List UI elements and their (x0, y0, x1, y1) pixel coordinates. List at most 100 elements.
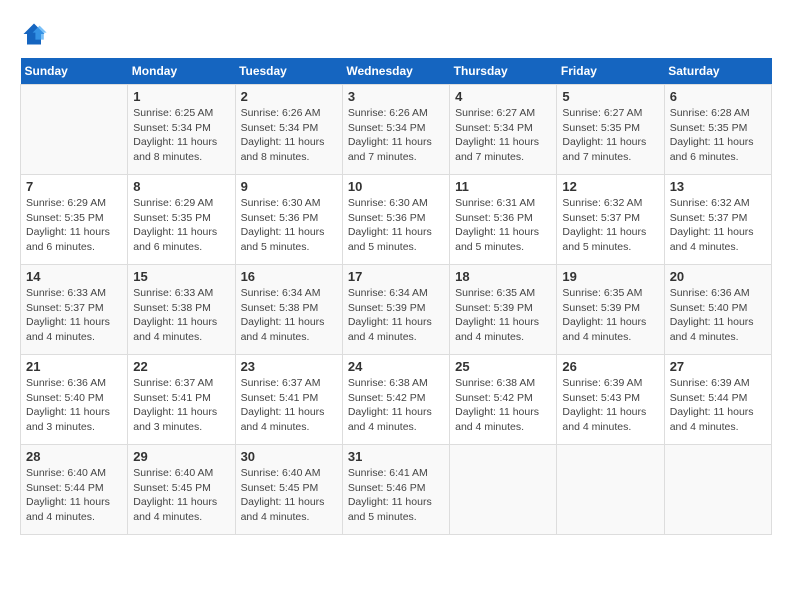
calendar-cell: 11 Sunrise: 6:31 AMSunset: 5:36 PMDayligh… (450, 175, 557, 265)
day-info: Sunrise: 6:38 AMSunset: 5:42 PMDaylight:… (348, 376, 444, 435)
day-info: Sunrise: 6:26 AMSunset: 5:34 PMDaylight:… (348, 106, 444, 165)
calendar-week-row: 7 Sunrise: 6:29 AMSunset: 5:35 PMDaylight… (21, 175, 772, 265)
day-number: 31 (348, 449, 444, 464)
calendar-cell: 26Sunrise: 6:39 AMSunset: 5:43 PMDayligh… (557, 355, 664, 445)
calendar-header: SundayMondayTuesdayWednesdayThursdayFrid… (21, 58, 772, 85)
calendar-cell: 9 Sunrise: 6:30 AMSunset: 5:36 PMDaylight… (235, 175, 342, 265)
day-info: Sunrise: 6:35 AMSunset: 5:39 PMDaylight:… (562, 286, 658, 345)
calendar-cell: 31 Sunrise: 6:41 AMSunset: 5:46 PMDayligh… (342, 445, 449, 535)
day-number: 29 (133, 449, 229, 464)
day-info: Sunrise: 6:34 AMSunset: 5:39 PMDaylight:… (348, 286, 444, 345)
day-info: Sunrise: 6:40 AMSunset: 5:44 PMDaylight:… (26, 466, 122, 525)
day-number: 18 (455, 269, 551, 284)
day-number: 26 (562, 359, 658, 374)
calendar-cell: 16 Sunrise: 6:34 AMSunset: 5:38 PMDayligh… (235, 265, 342, 355)
calendar-cell: 24Sunrise: 6:38 AMSunset: 5:42 PMDayligh… (342, 355, 449, 445)
calendar-cell (664, 445, 771, 535)
calendar-cell: 25 Sunrise: 6:38 AMSunset: 5:42 PMDayligh… (450, 355, 557, 445)
day-info: Sunrise: 6:32 AMSunset: 5:37 PMDaylight:… (562, 196, 658, 255)
calendar-cell: 21Sunrise: 6:36 AMSunset: 5:40 PMDayligh… (21, 355, 128, 445)
calendar-cell: 5 Sunrise: 6:27 AMSunset: 5:35 PMDaylight… (557, 85, 664, 175)
calendar-cell: 10 Sunrise: 6:30 AMSunset: 5:36 PMDayligh… (342, 175, 449, 265)
calendar-cell: 23 Sunrise: 6:37 AMSunset: 5:41 PMDayligh… (235, 355, 342, 445)
day-info: Sunrise: 6:33 AMSunset: 5:37 PMDaylight:… (26, 286, 122, 345)
page-header (20, 20, 772, 48)
day-number: 12 (562, 179, 658, 194)
day-number: 2 (241, 89, 337, 104)
day-info: Sunrise: 6:29 AMSunset: 5:35 PMDaylight:… (133, 196, 229, 255)
calendar-cell: 7 Sunrise: 6:29 AMSunset: 5:35 PMDaylight… (21, 175, 128, 265)
day-info: Sunrise: 6:39 AMSunset: 5:44 PMDaylight:… (670, 376, 766, 435)
calendar-cell: 2 Sunrise: 6:26 AMSunset: 5:34 PMDaylight… (235, 85, 342, 175)
day-info: Sunrise: 6:31 AMSunset: 5:36 PMDaylight:… (455, 196, 551, 255)
day-number: 23 (241, 359, 337, 374)
day-number: 5 (562, 89, 658, 104)
calendar-cell: 20Sunrise: 6:36 AMSunset: 5:40 PMDayligh… (664, 265, 771, 355)
calendar-cell: 17 Sunrise: 6:34 AMSunset: 5:39 PMDayligh… (342, 265, 449, 355)
day-info: Sunrise: 6:26 AMSunset: 5:34 PMDaylight:… (241, 106, 337, 165)
calendar-cell: 3Sunrise: 6:26 AMSunset: 5:34 PMDaylight… (342, 85, 449, 175)
day-number: 10 (348, 179, 444, 194)
calendar-cell: 27Sunrise: 6:39 AMSunset: 5:44 PMDayligh… (664, 355, 771, 445)
day-info: Sunrise: 6:33 AMSunset: 5:38 PMDaylight:… (133, 286, 229, 345)
logo-icon (20, 20, 48, 48)
day-info: Sunrise: 6:25 AMSunset: 5:34 PMDaylight:… (133, 106, 229, 165)
day-number: 9 (241, 179, 337, 194)
logo (20, 20, 52, 48)
calendar-body: 1 Sunrise: 6:25 AMSunset: 5:34 PMDaylight… (21, 85, 772, 535)
weekday-header-wednesday: Wednesday (342, 58, 449, 85)
calendar-cell: 30Sunrise: 6:40 AMSunset: 5:45 PMDayligh… (235, 445, 342, 535)
day-number: 22 (133, 359, 229, 374)
day-info: Sunrise: 6:28 AMSunset: 5:35 PMDaylight:… (670, 106, 766, 165)
day-info: Sunrise: 6:32 AMSunset: 5:37 PMDaylight:… (670, 196, 766, 255)
calendar-week-row: 21Sunrise: 6:36 AMSunset: 5:40 PMDayligh… (21, 355, 772, 445)
day-number: 14 (26, 269, 122, 284)
calendar-cell: 14 Sunrise: 6:33 AMSunset: 5:37 PMDayligh… (21, 265, 128, 355)
day-info: Sunrise: 6:27 AMSunset: 5:34 PMDaylight:… (455, 106, 551, 165)
calendar-cell: 29 Sunrise: 6:40 AMSunset: 5:45 PMDayligh… (128, 445, 235, 535)
day-number: 16 (241, 269, 337, 284)
day-number: 28 (26, 449, 122, 464)
calendar-cell: 28 Sunrise: 6:40 AMSunset: 5:44 PMDayligh… (21, 445, 128, 535)
day-number: 6 (670, 89, 766, 104)
calendar-week-row: 28 Sunrise: 6:40 AMSunset: 5:44 PMDayligh… (21, 445, 772, 535)
weekday-header-monday: Monday (128, 58, 235, 85)
day-number: 30 (241, 449, 337, 464)
calendar-cell: 13 Sunrise: 6:32 AMSunset: 5:37 PMDayligh… (664, 175, 771, 265)
day-number: 11 (455, 179, 551, 194)
calendar-cell: 15 Sunrise: 6:33 AMSunset: 5:38 PMDayligh… (128, 265, 235, 355)
day-info: Sunrise: 6:35 AMSunset: 5:39 PMDaylight:… (455, 286, 551, 345)
day-info: Sunrise: 6:34 AMSunset: 5:38 PMDaylight:… (241, 286, 337, 345)
day-info: Sunrise: 6:27 AMSunset: 5:35 PMDaylight:… (562, 106, 658, 165)
day-info: Sunrise: 6:37 AMSunset: 5:41 PMDaylight:… (241, 376, 337, 435)
day-number: 8 (133, 179, 229, 194)
calendar-cell: 4Sunrise: 6:27 AMSunset: 5:34 PMDaylight… (450, 85, 557, 175)
calendar-cell: 8 Sunrise: 6:29 AMSunset: 5:35 PMDaylight… (128, 175, 235, 265)
day-number: 7 (26, 179, 122, 194)
day-info: Sunrise: 6:30 AMSunset: 5:36 PMDaylight:… (348, 196, 444, 255)
day-info: Sunrise: 6:38 AMSunset: 5:42 PMDaylight:… (455, 376, 551, 435)
weekday-header-saturday: Saturday (664, 58, 771, 85)
day-number: 20 (670, 269, 766, 284)
calendar-week-row: 14 Sunrise: 6:33 AMSunset: 5:37 PMDayligh… (21, 265, 772, 355)
day-info: Sunrise: 6:29 AMSunset: 5:35 PMDaylight:… (26, 196, 122, 255)
weekday-header-tuesday: Tuesday (235, 58, 342, 85)
calendar-cell: 22Sunrise: 6:37 AMSunset: 5:41 PMDayligh… (128, 355, 235, 445)
day-info: Sunrise: 6:36 AMSunset: 5:40 PMDaylight:… (26, 376, 122, 435)
weekday-header-row: SundayMondayTuesdayWednesdayThursdayFrid… (21, 58, 772, 85)
day-number: 17 (348, 269, 444, 284)
day-number: 25 (455, 359, 551, 374)
calendar-cell (21, 85, 128, 175)
calendar-cell (557, 445, 664, 535)
calendar-cell: 6 Sunrise: 6:28 AMSunset: 5:35 PMDaylight… (664, 85, 771, 175)
day-number: 15 (133, 269, 229, 284)
day-number: 13 (670, 179, 766, 194)
calendar-cell: 1 Sunrise: 6:25 AMSunset: 5:34 PMDaylight… (128, 85, 235, 175)
day-info: Sunrise: 6:41 AMSunset: 5:46 PMDaylight:… (348, 466, 444, 525)
calendar-cell (450, 445, 557, 535)
day-info: Sunrise: 6:30 AMSunset: 5:36 PMDaylight:… (241, 196, 337, 255)
weekday-header-thursday: Thursday (450, 58, 557, 85)
calendar-table: SundayMondayTuesdayWednesdayThursdayFrid… (20, 58, 772, 535)
day-info: Sunrise: 6:40 AMSunset: 5:45 PMDaylight:… (133, 466, 229, 525)
day-number: 1 (133, 89, 229, 104)
